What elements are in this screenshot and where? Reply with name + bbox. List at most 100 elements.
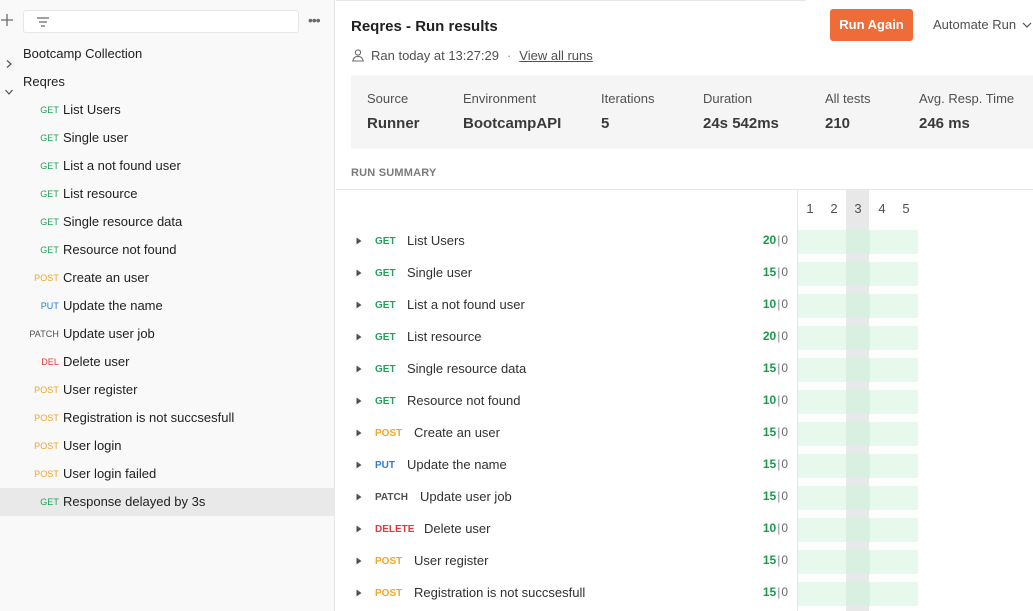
iteration-result-cell[interactable] — [798, 326, 822, 350]
iteration-result-cell[interactable] — [846, 294, 870, 318]
iteration-result-cell[interactable] — [870, 518, 894, 542]
request-item[interactable]: GET List Users — [0, 96, 335, 124]
request-item[interactable]: GET Response delayed by 3s — [0, 488, 335, 516]
iteration-result-cell[interactable] — [894, 358, 918, 382]
iteration-result-cell[interactable] — [894, 294, 918, 318]
automate-run-dropdown[interactable]: Automate Run — [933, 17, 1032, 32]
request-item[interactable]: GET Resource not found — [0, 236, 335, 264]
more-icon[interactable]: ••• — [308, 12, 324, 28]
iteration-result-cell[interactable] — [894, 550, 918, 574]
collection-item[interactable]: Reqres — [0, 68, 335, 96]
iteration-result-cell[interactable] — [894, 326, 918, 350]
iteration-header[interactable]: 3 — [846, 201, 870, 216]
iteration-header[interactable]: 5 — [894, 201, 918, 216]
iteration-result-cell[interactable] — [798, 230, 822, 254]
chevron-down-icon[interactable] — [5, 78, 13, 95]
iteration-result-cell[interactable] — [846, 486, 870, 510]
iteration-result-cell[interactable] — [798, 518, 822, 542]
iteration-result-cell[interactable] — [894, 390, 918, 414]
caret-right-icon[interactable] — [356, 525, 362, 533]
caret-right-icon[interactable] — [356, 301, 362, 309]
run-again-button[interactable]: Run Again — [830, 9, 913, 41]
iteration-result-cell[interactable] — [798, 422, 822, 446]
iteration-result-cell[interactable] — [870, 262, 894, 286]
iteration-result-cell[interactable] — [846, 454, 870, 478]
plus-icon[interactable] — [0, 10, 14, 30]
caret-right-icon[interactable] — [356, 365, 362, 373]
iteration-result-cell[interactable] — [870, 422, 894, 446]
summary-row[interactable]: GET Single user 15|0 — [336, 258, 1033, 290]
iteration-result-cell[interactable] — [822, 294, 846, 318]
iteration-result-cell[interactable] — [822, 422, 846, 446]
iteration-result-cell[interactable] — [822, 454, 846, 478]
caret-right-icon[interactable] — [356, 333, 362, 341]
summary-row[interactable]: GET Single resource data 15|0 — [336, 354, 1033, 386]
caret-right-icon[interactable] — [356, 237, 362, 245]
request-item[interactable]: GET List resource — [0, 180, 335, 208]
summary-row[interactable]: DELETE Delete user 10|0 — [336, 514, 1033, 546]
request-item[interactable]: GET List a not found user — [0, 152, 335, 180]
request-item[interactable]: PUT Update the name — [0, 292, 335, 320]
iteration-result-cell[interactable] — [894, 486, 918, 510]
iteration-result-cell[interactable] — [870, 294, 894, 318]
iteration-result-cell[interactable] — [846, 230, 870, 254]
iteration-result-cell[interactable] — [846, 358, 870, 382]
iteration-result-cell[interactable] — [798, 454, 822, 478]
iteration-result-cell[interactable] — [894, 518, 918, 542]
iteration-result-cell[interactable] — [798, 358, 822, 382]
iteration-result-cell[interactable] — [846, 390, 870, 414]
iteration-result-cell[interactable] — [822, 326, 846, 350]
iteration-result-cell[interactable] — [798, 486, 822, 510]
caret-right-icon[interactable] — [356, 461, 362, 469]
iteration-result-cell[interactable] — [870, 550, 894, 574]
iteration-header[interactable]: 1 — [798, 201, 822, 216]
caret-right-icon[interactable] — [356, 397, 362, 405]
iteration-result-cell[interactable] — [894, 582, 918, 606]
caret-right-icon[interactable] — [356, 589, 362, 597]
iteration-result-cell[interactable] — [870, 486, 894, 510]
request-item[interactable]: DEL Delete user — [0, 348, 335, 376]
request-item[interactable]: POST Create an user — [0, 264, 335, 292]
summary-row[interactable]: POST Create an user 15|0 — [336, 418, 1033, 450]
iteration-result-cell[interactable] — [822, 518, 846, 542]
iteration-result-cell[interactable] — [846, 262, 870, 286]
summary-row[interactable]: GET List Users 20|0 — [336, 226, 1033, 258]
chevron-right-icon[interactable] — [5, 50, 13, 68]
summary-row[interactable]: PATCH Update user job 15|0 — [336, 482, 1033, 514]
request-item[interactable]: POST User register — [0, 376, 335, 404]
request-item[interactable]: POST Registration is not succsesfull — [0, 404, 335, 432]
iteration-result-cell[interactable] — [822, 486, 846, 510]
view-all-runs-link[interactable]: View all runs — [519, 48, 592, 63]
summary-row[interactable]: GET List resource 20|0 — [336, 322, 1033, 354]
summary-row[interactable]: POST Registration is not succsesfull 15|0 — [336, 578, 1033, 610]
request-item[interactable]: GET Single user — [0, 124, 335, 152]
iteration-result-cell[interactable] — [870, 358, 894, 382]
iteration-result-cell[interactable] — [822, 358, 846, 382]
collection-item[interactable]: Bootcamp Collection — [0, 40, 335, 68]
iteration-result-cell[interactable] — [798, 262, 822, 286]
iteration-result-cell[interactable] — [870, 582, 894, 606]
iteration-result-cell[interactable] — [798, 550, 822, 574]
request-item[interactable]: POST User login — [0, 432, 335, 460]
iteration-result-cell[interactable] — [822, 230, 846, 254]
iteration-result-cell[interactable] — [870, 230, 894, 254]
iteration-result-cell[interactable] — [846, 422, 870, 446]
request-item[interactable]: POST User login failed — [0, 460, 335, 488]
iteration-result-cell[interactable] — [822, 550, 846, 574]
caret-right-icon[interactable] — [356, 429, 362, 437]
iteration-result-cell[interactable] — [846, 550, 870, 574]
caret-right-icon[interactable] — [356, 557, 362, 565]
iteration-header[interactable]: 4 — [870, 201, 894, 216]
iteration-result-cell[interactable] — [846, 582, 870, 606]
iteration-result-cell[interactable] — [822, 582, 846, 606]
iteration-result-cell[interactable] — [798, 390, 822, 414]
iteration-header[interactable]: 2 — [822, 201, 846, 216]
caret-right-icon[interactable] — [356, 493, 362, 501]
filter-input[interactable] — [23, 10, 299, 33]
caret-right-icon[interactable] — [356, 269, 362, 277]
summary-row[interactable]: PUT Update the name 15|0 — [336, 450, 1033, 482]
iteration-result-cell[interactable] — [798, 294, 822, 318]
iteration-result-cell[interactable] — [822, 390, 846, 414]
iteration-result-cell[interactable] — [798, 582, 822, 606]
iteration-result-cell[interactable] — [894, 230, 918, 254]
